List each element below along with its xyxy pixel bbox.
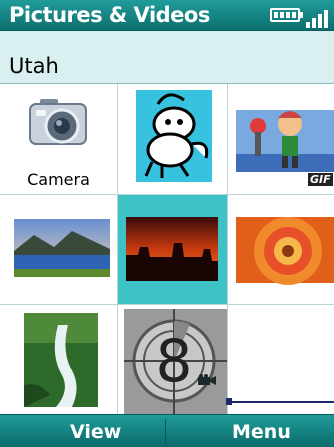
thumbnail-cartoon[interactable] [118, 84, 227, 194]
waterfall [24, 313, 98, 407]
menu-softkey[interactable]: Menu [232, 421, 291, 443]
app-title: Pictures & Videos [9, 3, 210, 27]
empty-slot [228, 305, 334, 414]
thumbnail-flower[interactable] [228, 195, 334, 304]
battery-icon [270, 8, 303, 22]
softkey-bar: View Menu [0, 414, 334, 447]
gif-badge: GIF [308, 173, 333, 186]
selection-connector [228, 401, 334, 403]
thumbnail-gif[interactable]: GIF [228, 84, 334, 194]
film-countdown: 8 [124, 309, 227, 414]
desert-sunset [126, 217, 218, 281]
folder-selector[interactable]: Utah [0, 31, 334, 84]
thumbnail-sunset[interactable] [118, 195, 227, 304]
thumbnail-lake[interactable] [0, 195, 117, 304]
video-camera-icon [198, 371, 218, 385]
folder-name: Utah [9, 54, 59, 78]
countdown-number: 8 [156, 327, 193, 395]
thumbnail-countdown-video[interactable]: 8 [118, 305, 227, 414]
thumbnail-waterfall[interactable] [0, 305, 117, 414]
camera-label: Camera [27, 170, 90, 189]
flower-closeup [236, 217, 334, 285]
camera-tile[interactable]: Camera [0, 84, 117, 194]
cartoon-character [136, 90, 212, 182]
title-bar: Pictures & Videos [0, 0, 334, 31]
thumbnail-grid: Camera GIF 8 [0, 84, 334, 414]
lake-landscape [14, 219, 110, 277]
view-softkey[interactable]: View [70, 421, 121, 443]
signal-icon [304, 6, 330, 28]
